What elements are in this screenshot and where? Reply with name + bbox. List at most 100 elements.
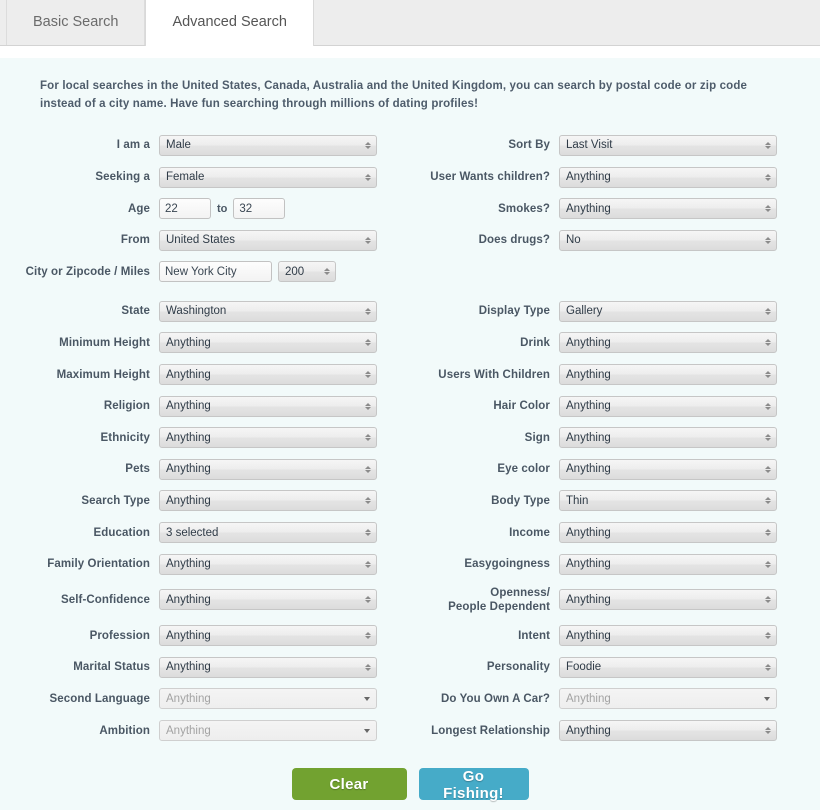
label-display-type: Display Type	[478, 305, 550, 318]
select-body-type[interactable]: Thin	[559, 490, 777, 512]
field-maximum-height: Maximum Height Anything	[0, 359, 410, 391]
select-income-value: Anything	[566, 526, 611, 539]
select-ambition[interactable]: Anything	[159, 720, 377, 742]
field-users-with-children: Users With Children Anything	[410, 359, 820, 391]
tab-basic-search[interactable]: Basic Search	[6, 0, 146, 45]
label-openness-line1: Openness/	[490, 586, 550, 599]
label-ambition: Ambition	[99, 724, 150, 737]
select-minimum-height-value: Anything	[166, 336, 211, 349]
updown-arrows-icon	[364, 234, 371, 246]
field-education: Education 3 selected	[0, 517, 410, 549]
updown-arrows-icon	[764, 171, 771, 183]
select-user-wants-children-value: Anything	[566, 171, 611, 184]
field-income: Income Anything	[410, 517, 820, 549]
select-income[interactable]: Anything	[559, 522, 777, 544]
field-seeking-a: Seeking a Female	[0, 161, 410, 193]
select-sign-value: Anything	[566, 431, 611, 444]
select-religion[interactable]: Anything	[159, 395, 377, 417]
select-pets[interactable]: Anything	[159, 458, 377, 480]
field-smokes: Smokes? Anything	[410, 193, 820, 225]
select-from-country-value: United States	[166, 234, 236, 247]
select-family-orientation-value: Anything	[166, 558, 211, 571]
select-drink[interactable]: Anything	[559, 332, 777, 354]
select-intent-value: Anything	[566, 629, 611, 642]
field-eye-color: Eye color Anything	[410, 454, 820, 486]
updown-arrows-icon	[764, 558, 771, 570]
select-easygoingness-value: Anything	[566, 558, 611, 571]
select-openness-people-dependent[interactable]: Anything	[559, 589, 777, 611]
select-ethnicity[interactable]: Anything	[159, 427, 377, 449]
select-openness-value: Anything	[566, 593, 611, 606]
label-income: Income	[509, 526, 550, 539]
label-longest-relationship: Longest Relationship	[431, 724, 550, 737]
clear-button[interactable]: Clear	[291, 768, 407, 801]
select-miles-radius[interactable]: 200	[278, 261, 336, 283]
city-zipcode-input[interactable]	[159, 261, 272, 283]
field-self-confidence: Self-Confidence Anything	[0, 580, 410, 620]
label-does-drugs: Does drugs?	[478, 234, 550, 247]
field-hair-color: Hair Color Anything	[410, 390, 820, 422]
field-does-drugs: Does drugs? No	[410, 224, 820, 256]
select-does-drugs[interactable]: No	[559, 229, 777, 251]
label-i-am-a: I am a	[116, 139, 150, 152]
select-intent[interactable]: Anything	[559, 625, 777, 647]
select-users-with-children[interactable]: Anything	[559, 364, 777, 386]
select-second-language[interactable]: Anything	[159, 688, 377, 710]
select-drink-value: Anything	[566, 336, 611, 349]
select-minimum-height[interactable]: Anything	[159, 332, 377, 354]
select-seeking-a[interactable]: Female	[159, 166, 377, 188]
select-user-wants-children[interactable]: Anything	[559, 166, 777, 188]
updown-arrows-icon	[364, 661, 371, 673]
select-ambition-value: Anything	[166, 724, 211, 737]
updown-arrows-icon	[764, 139, 771, 151]
field-intent: Intent Anything	[410, 620, 820, 652]
tab-advanced-search[interactable]: Advanced Search	[145, 0, 314, 46]
select-eye-color-value: Anything	[566, 463, 611, 476]
select-from-country[interactable]: United States	[159, 229, 377, 251]
field-personality: Personality Foodie	[410, 652, 820, 684]
select-personality[interactable]: Foodie	[559, 656, 777, 678]
right-form-column: Sort By Last Visit User Wants children? …	[410, 130, 820, 747]
select-sort-by[interactable]: Last Visit	[559, 134, 777, 156]
updown-arrows-icon	[764, 630, 771, 642]
go-fishing-button[interactable]: Go Fishing!	[418, 768, 529, 802]
updown-arrows-icon	[764, 463, 771, 475]
updown-arrows-icon	[764, 337, 771, 349]
select-sign[interactable]: Anything	[559, 427, 777, 449]
age-from-input[interactable]	[159, 198, 211, 220]
select-display-type[interactable]: Gallery	[559, 300, 777, 322]
age-to-input[interactable]	[233, 198, 286, 220]
field-ethnicity: Ethnicity Anything	[0, 422, 410, 454]
select-profession[interactable]: Anything	[159, 625, 377, 647]
select-state[interactable]: Washington	[159, 300, 377, 322]
select-seeking-a-value: Female	[166, 171, 205, 184]
select-maximum-height[interactable]: Anything	[159, 364, 377, 386]
select-easygoingness[interactable]: Anything	[559, 553, 777, 575]
field-openness-people-dependent: Openness/ People Dependent Anything	[410, 580, 820, 620]
label-personality: Personality	[486, 661, 550, 674]
select-longest-relationship[interactable]: Anything	[559, 720, 777, 742]
label-intent: Intent	[518, 629, 550, 642]
select-eye-color[interactable]: Anything	[559, 458, 777, 480]
updown-arrows-icon	[764, 369, 771, 381]
updown-arrows-icon	[764, 400, 771, 412]
label-body-type: Body Type	[491, 494, 550, 507]
left-form-column: I am a Male Seeking a Female Age 22 to 3…	[0, 130, 410, 747]
updown-arrows-icon	[364, 630, 371, 642]
select-search-type[interactable]: Anything	[159, 490, 377, 512]
select-i-am-a-value: Male	[166, 139, 191, 152]
select-hair-color[interactable]: Anything	[559, 395, 777, 417]
select-i-am-a[interactable]: Male	[159, 134, 377, 156]
label-state: State	[121, 305, 150, 318]
updown-arrows-icon	[364, 400, 371, 412]
select-marital-status[interactable]: Anything	[159, 656, 377, 678]
select-education[interactable]: 3 selected	[159, 522, 377, 544]
select-own-a-car[interactable]: Anything	[559, 688, 777, 710]
select-self-confidence[interactable]: Anything	[159, 589, 377, 611]
select-maximum-height-value: Anything	[166, 368, 211, 381]
label-own-a-car: Do You Own A Car?	[440, 692, 550, 705]
label-openness-people-dependent: Openness/ People Dependent	[410, 586, 559, 614]
select-smokes[interactable]: Anything	[559, 198, 777, 220]
select-family-orientation[interactable]: Anything	[159, 553, 377, 575]
field-body-type: Body Type Thin	[410, 485, 820, 517]
